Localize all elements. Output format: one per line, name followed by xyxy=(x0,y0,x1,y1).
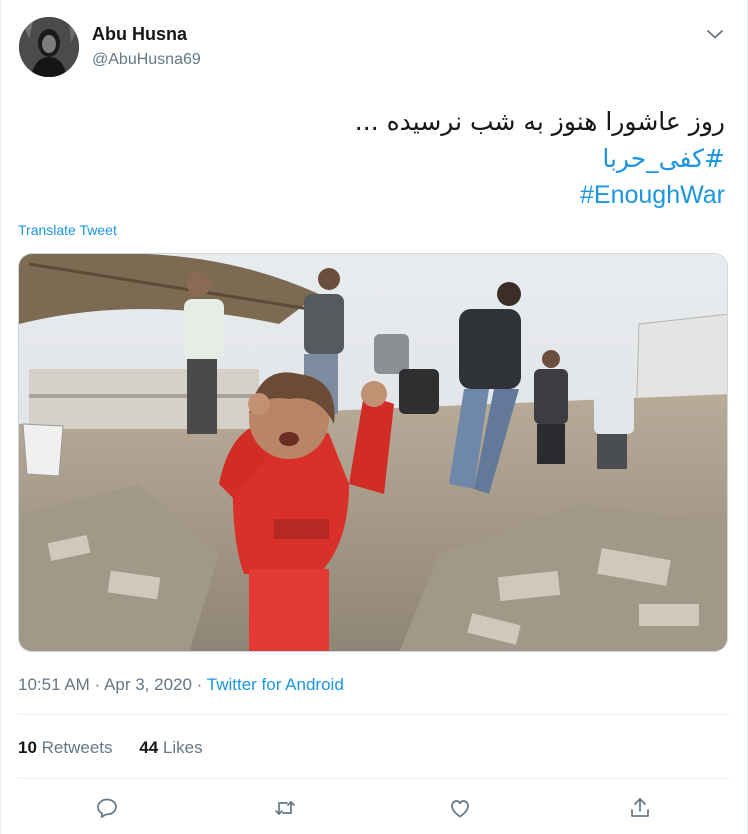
hashtag-link[interactable]: #کفی_حربا xyxy=(355,140,725,177)
tweet-date[interactable]: Apr 3, 2020 xyxy=(104,675,192,694)
author-name[interactable]: Abu Husna xyxy=(92,24,187,45)
share-icon[interactable] xyxy=(624,792,656,824)
tweet-photo[interactable] xyxy=(18,253,728,652)
chevron-down-icon[interactable] xyxy=(703,22,727,46)
photo-image xyxy=(19,254,727,651)
reply-icon[interactable] xyxy=(91,792,123,824)
likes-count: 44 xyxy=(139,738,159,757)
tweet-stats: 10 Retweets 44 Likes xyxy=(18,738,225,758)
author-handle[interactable]: @AbuHusna69 xyxy=(92,51,201,69)
likes-label: Likes xyxy=(162,738,203,757)
translate-tweet-link[interactable]: Translate Tweet xyxy=(18,222,117,238)
avatar-image xyxy=(19,17,79,77)
divider xyxy=(18,778,730,779)
retweets-stat[interactable]: 10 Retweets xyxy=(18,738,113,757)
retweets-label: Retweets xyxy=(41,738,113,757)
tweet-text-line: روز عاشورا هنوز به شب نرسیده ... xyxy=(354,107,725,136)
retweet-icon[interactable] xyxy=(269,792,301,824)
likes-stat[interactable]: 44 Likes xyxy=(139,738,202,757)
tweet-time[interactable]: 10:51 AM xyxy=(18,675,90,694)
avatar[interactable] xyxy=(19,17,79,77)
meta-separator: · xyxy=(94,675,101,694)
retweets-count: 10 xyxy=(18,738,37,757)
tweet-text: روز عاشورا هنوز به شب نرسیده ... #کفی_حر… xyxy=(355,103,725,214)
hashtag-link[interactable]: #EnoughWar xyxy=(355,177,725,214)
tweet-actions xyxy=(1,792,748,824)
tweet-card: Abu Husna @AbuHusna69 روز عاشورا هنوز به… xyxy=(0,0,748,834)
divider xyxy=(18,714,730,715)
meta-separator: · xyxy=(196,675,203,694)
tweet-meta: 10:51 AM · Apr 3, 2020 · Twitter for And… xyxy=(18,675,344,695)
like-icon[interactable] xyxy=(444,792,476,824)
tweet-source-link[interactable]: Twitter for Android xyxy=(207,675,344,694)
